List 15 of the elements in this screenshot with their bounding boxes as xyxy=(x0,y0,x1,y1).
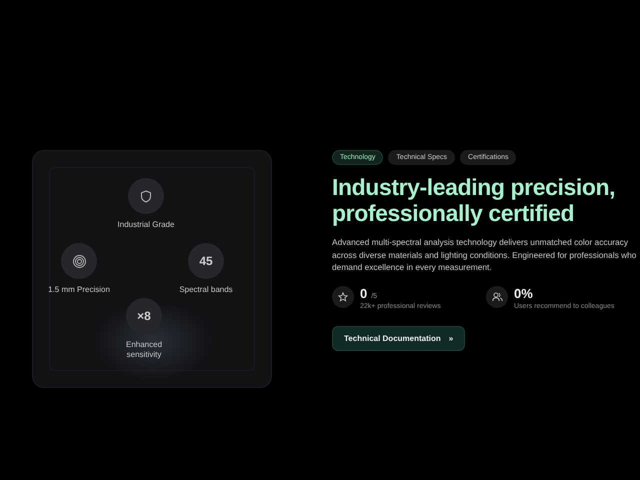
feature-label: Enhanced sensitivity xyxy=(124,340,164,361)
headline: Industry-leading precision, professionally certified xyxy=(332,174,616,226)
users-icon xyxy=(492,292,502,302)
feature-label: 1.5 mm Precision xyxy=(48,285,110,296)
documentation-button[interactable]: Technical Documentation » xyxy=(332,326,466,350)
shield-icon xyxy=(140,190,152,202)
feature-label: Spectral bands xyxy=(179,285,233,296)
feature-value: 45 xyxy=(199,254,213,268)
target-icon xyxy=(72,254,86,268)
stat-value: 0 xyxy=(360,286,368,300)
star-icon xyxy=(338,292,348,302)
stat-value: 0% xyxy=(514,286,533,300)
feature-label: Industrial Grade xyxy=(118,220,174,230)
description: Advanced multi-spectral analysis technology delivers unmatched color accuracy across diverse materials and lighting conditions. Engineered for professionals who demand excellence in every measurement. xyxy=(332,236,638,274)
feature-value: ×8 xyxy=(137,309,151,323)
